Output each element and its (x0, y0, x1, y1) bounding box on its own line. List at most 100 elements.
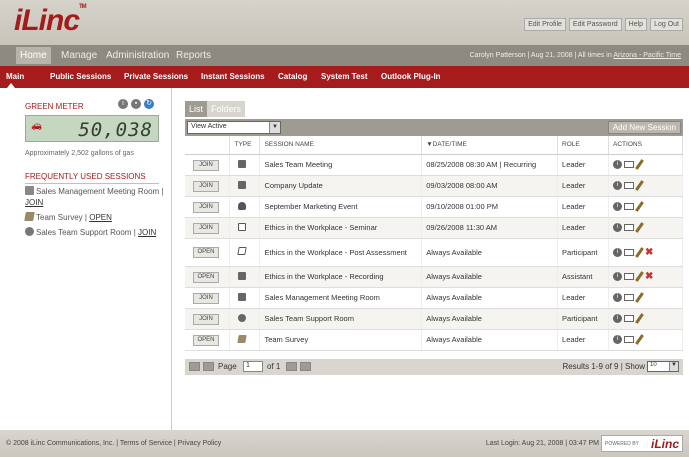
edit-pencil-icon[interactable] (635, 222, 644, 233)
session-name[interactable]: Sales Team Support Room (259, 308, 423, 330)
email-icon[interactable] (624, 203, 635, 210)
edit-pencil-icon[interactable] (635, 201, 644, 212)
help-button[interactable]: Help (624, 18, 648, 31)
session-name[interactable]: Company Update (259, 175, 423, 197)
table-row: JOIN Sales Management Meeting Room Always … (185, 287, 683, 309)
email-icon[interactable] (624, 161, 635, 168)
email-icon[interactable] (624, 224, 635, 231)
tab-folders[interactable]: Folders (207, 101, 246, 117)
nav-main[interactable]: Main (6, 72, 24, 81)
nav-instant-sessions[interactable]: Instant Sessions (201, 72, 265, 81)
col-role[interactable]: ROLE (557, 136, 610, 155)
edit-pencil-icon[interactable] (635, 334, 644, 345)
email-icon[interactable] (624, 315, 635, 322)
session-name[interactable]: Sales Team Meeting (259, 154, 423, 176)
add-new-session-button[interactable]: Add New Session (607, 121, 681, 134)
info-icon[interactable]: i (118, 99, 128, 109)
edit-pencil-icon[interactable] (635, 271, 644, 282)
join-button[interactable]: JOIN (193, 159, 219, 171)
ilinc-logo[interactable]: iLincTM (14, 4, 87, 38)
open-link[interactable]: OPEN (89, 213, 112, 222)
tab-list[interactable]: List (185, 101, 208, 117)
edit-password-button[interactable]: Edit Password (568, 18, 622, 31)
edit-profile-button[interactable]: Edit Profile (524, 18, 566, 31)
table-row: JOIN Sales Team Meeting 08/25/2008 08:30 A… (185, 154, 683, 176)
nav-private-sessions[interactable]: Private Sessions (124, 72, 188, 81)
ilinc-logo-small: iLinc (650, 437, 679, 451)
email-icon[interactable] (624, 336, 635, 343)
session-name[interactable]: Sales Management Meeting Room (259, 287, 423, 309)
nav-catalog[interactable]: Catalog (278, 72, 307, 81)
refresh-icon[interactable]: ↻ (144, 99, 154, 109)
print-icon[interactable]: ▪ (131, 99, 141, 109)
info-icon[interactable]: i (613, 160, 623, 169)
nav-system-test[interactable]: System Test (321, 72, 368, 81)
session-role: Participant (557, 308, 610, 330)
edit-pencil-icon[interactable] (635, 292, 644, 303)
seminar-icon (238, 222, 247, 231)
row-actions: i (613, 159, 682, 170)
email-icon[interactable] (624, 182, 635, 189)
info-icon[interactable]: i (613, 247, 623, 257)
session-name[interactable]: Team Survey (259, 329, 423, 351)
frequently-used-title: FREQUENTLY USED SESSIONS (25, 172, 146, 181)
edit-pencil-icon[interactable] (635, 246, 644, 258)
log-out-button[interactable]: Log Out (650, 18, 683, 31)
info-icon[interactable]: i (613, 272, 623, 281)
nav-outlook-plugin[interactable]: Outlook Plug-In (381, 72, 441, 81)
meeting-icon (25, 186, 34, 195)
prev-page-button[interactable] (203, 362, 214, 371)
info-icon[interactable]: i (613, 314, 623, 323)
post-icon (237, 247, 248, 255)
view-filter-select[interactable]: View Active ▼ (187, 121, 281, 134)
join-link[interactable]: JOIN (25, 198, 43, 207)
join-button[interactable]: JOIN (193, 222, 219, 234)
powered-by-badge[interactable]: POWERED BY iLinc (601, 435, 683, 452)
chevron-down-icon[interactable]: ▼ (269, 122, 280, 133)
open-button[interactable]: OPEN (193, 247, 219, 258)
delete-icon[interactable]: ✖ (645, 271, 653, 282)
page-size-select[interactable]: 10 ▼ (647, 361, 679, 372)
list-item: Sales Team Support Room | JOIN (25, 227, 165, 238)
session-name[interactable]: Ethics in the Workplace - Recording (259, 266, 423, 288)
nav-home[interactable]: Home (16, 47, 51, 64)
nav-reports[interactable]: Reports (176, 50, 211, 61)
last-page-button[interactable] (300, 362, 311, 371)
first-page-button[interactable] (189, 362, 200, 371)
col-type[interactable]: TYPE (229, 136, 261, 155)
join-button[interactable]: JOIN (193, 180, 219, 192)
delete-icon[interactable]: ✖ (645, 247, 653, 258)
open-button[interactable]: OPEN (193, 271, 219, 283)
email-icon[interactable] (624, 294, 635, 301)
open-button[interactable]: OPEN (193, 334, 219, 346)
col-session-name[interactable]: SESSION NAME (259, 136, 423, 155)
info-icon[interactable]: i (613, 223, 623, 232)
edit-pencil-icon[interactable] (635, 313, 644, 324)
room-icon (238, 313, 247, 322)
nav-administration[interactable]: Administration (106, 50, 169, 61)
join-button[interactable]: JOIN (193, 313, 219, 325)
info-icon[interactable]: i (613, 293, 623, 302)
join-button[interactable]: JOIN (193, 292, 219, 304)
edit-pencil-icon[interactable] (635, 159, 644, 170)
join-link[interactable]: JOIN (138, 228, 156, 237)
timezone-link[interactable]: Arizona - Pacific Time (613, 52, 681, 59)
info-icon[interactable]: i (613, 202, 623, 211)
email-icon[interactable] (624, 248, 635, 256)
nav-manage[interactable]: Manage (61, 50, 97, 61)
chevron-down-icon[interactable]: ▼ (669, 362, 678, 371)
info-icon[interactable]: i (613, 181, 623, 190)
session-name[interactable]: Ethics in the Workplace - Seminar (259, 217, 423, 239)
nav-public-sessions[interactable]: Public Sessions (50, 72, 111, 81)
join-button[interactable]: JOIN (193, 201, 219, 213)
results-count: Results 1-9 of 9 | Show (562, 362, 645, 371)
page-input[interactable]: 1 (243, 361, 263, 372)
email-icon[interactable] (624, 273, 635, 280)
info-icon[interactable]: i (613, 335, 623, 344)
session-name[interactable]: Ethics in the Workplace - Post Assessmen… (259, 238, 423, 267)
edit-pencil-icon[interactable] (635, 180, 644, 191)
divider (25, 183, 159, 184)
session-name[interactable]: September Marketing Event (259, 196, 423, 218)
next-page-button[interactable] (286, 362, 297, 371)
col-datetime[interactable]: ▼DATE/TIME (421, 136, 559, 155)
